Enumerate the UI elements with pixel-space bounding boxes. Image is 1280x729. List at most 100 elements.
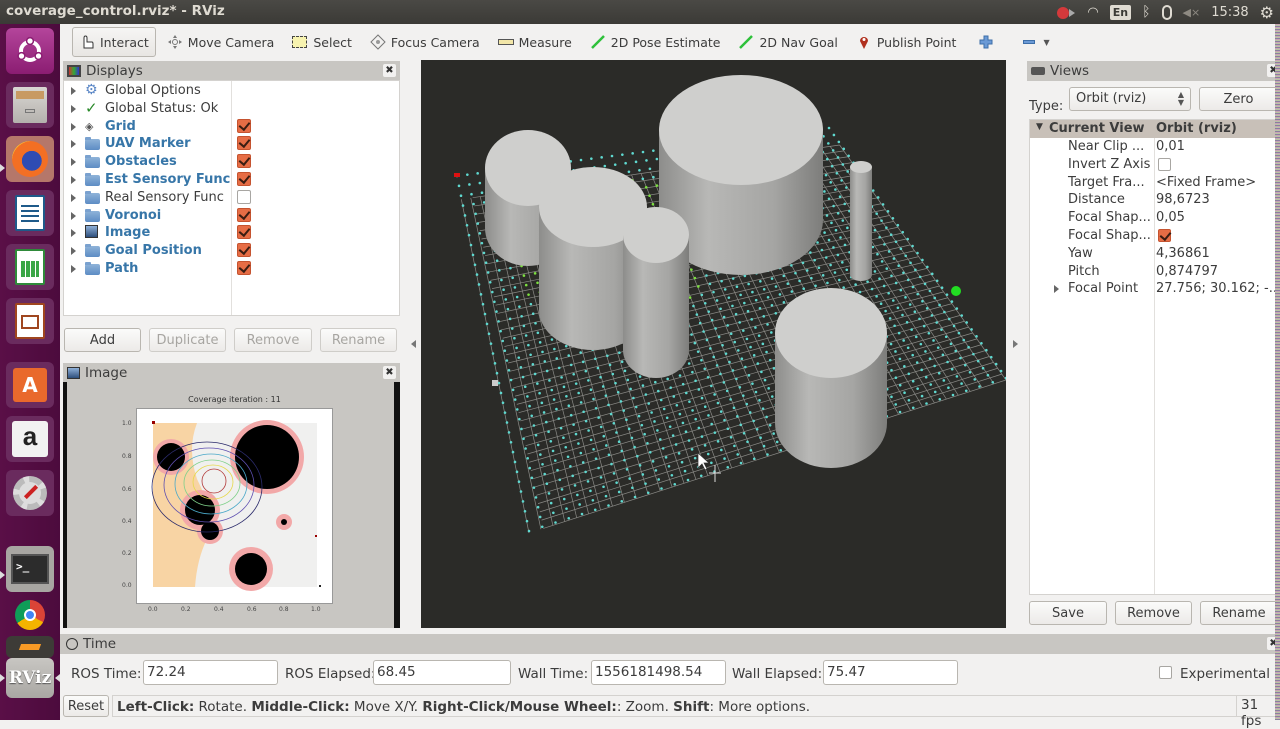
view-property-row[interactable]: Distance 98,6723 [1030, 191, 1276, 209]
view-property-row[interactable]: Yaw 4,36861 [1030, 245, 1276, 263]
enable-checkbox[interactable] [237, 207, 251, 222]
display-item[interactable]: Real Sensory Func [64, 189, 399, 207]
add-display-button[interactable]: Add [64, 328, 141, 352]
experimental-checkbox[interactable] [1159, 666, 1172, 679]
current-view-row[interactable]: ▼ Current View Orbit (rviz) [1030, 120, 1276, 138]
display-item[interactable]: Est Sensory Func [64, 171, 399, 189]
view-property-row[interactable]: Invert Z Axis [1030, 156, 1276, 174]
property-value[interactable]: 27.756; 30.162; -... [1156, 281, 1280, 296]
wifi-icon[interactable]: ◠ [1087, 5, 1098, 20]
keyboard-layout-indicator[interactable]: En [1109, 4, 1132, 20]
enable-checkbox[interactable] [237, 118, 251, 133]
rviz-icon[interactable]: RViz [6, 658, 54, 698]
property-value[interactable]: 0,874797 [1156, 264, 1218, 279]
firefox-icon[interactable] [6, 136, 54, 182]
volume-muted-icon[interactable]: ◀× [1183, 6, 1201, 19]
zero-button[interactable]: Zero [1199, 87, 1278, 111]
enable-checkbox[interactable] [237, 154, 251, 169]
view-type-select[interactable]: Orbit (rviz) ▲ ▼ [1069, 87, 1191, 111]
ros-time-field[interactable]: 72.24 [143, 660, 278, 685]
display-item[interactable]: ◈ Grid [64, 118, 399, 136]
view-property-row[interactable]: Focal Shap... 0,05 [1030, 209, 1276, 227]
amazon-icon[interactable]: a [6, 416, 54, 462]
expand-arrow-icon[interactable] [71, 104, 76, 113]
display-item[interactable]: Voronoi [64, 207, 399, 225]
expand-arrow-icon[interactable] [71, 158, 76, 167]
expand-arrow-icon[interactable]: ▼ [1036, 122, 1043, 132]
enable-checkbox[interactable] [237, 225, 251, 240]
tool-2d-nav-goal[interactable]: 2D Nav Goal [731, 27, 844, 57]
rename-view-button[interactable]: Rename [1200, 601, 1278, 625]
duplicate-display-button[interactable]: Duplicate [149, 328, 226, 352]
tool-measure[interactable]: Measure [491, 27, 579, 57]
display-item[interactable]: Goal Position [64, 242, 399, 260]
mouse-icon[interactable] [1161, 4, 1172, 20]
property-value[interactable]: <Fixed Frame> [1156, 175, 1256, 190]
wall-time-field[interactable]: 1556181498.54 [591, 660, 726, 685]
expand-arrow-icon[interactable] [71, 265, 76, 273]
impress-icon[interactable] [6, 298, 54, 344]
tool-move-camera[interactable]: Move Camera [160, 27, 282, 57]
enable-checkbox[interactable] [237, 189, 251, 204]
view-property-row[interactable]: Focal Point 27.756; 30.162; -... [1030, 280, 1280, 298]
enable-checkbox[interactable] [237, 243, 251, 258]
display-item[interactable]: Image [64, 224, 399, 242]
close-icon[interactable]: ✖ [383, 64, 396, 77]
display-item[interactable]: ⚙ Global Options [64, 82, 399, 100]
tool-2d-pose-estimate[interactable]: 2D Pose Estimate [583, 27, 728, 57]
expand-arrow-icon[interactable] [71, 122, 76, 131]
ros-elapsed-field[interactable]: 68.45 [373, 660, 511, 685]
record-icon[interactable] [1057, 6, 1076, 19]
collapse-left-arrow[interactable] [411, 340, 416, 348]
enable-checkbox[interactable] [237, 172, 251, 186]
expand-arrow-icon[interactable] [71, 211, 76, 220]
property-value[interactable]: 98,6723 [1156, 192, 1210, 207]
settings-wrench-icon[interactable] [6, 470, 54, 516]
close-icon[interactable]: ✖ [383, 366, 396, 379]
property-checkbox[interactable] [1158, 157, 1171, 171]
remove-view-button[interactable]: Remove [1115, 601, 1192, 625]
enable-checkbox[interactable] [237, 136, 251, 151]
expand-arrow-icon[interactable] [71, 140, 76, 149]
property-value[interactable]: 0,01 [1156, 139, 1185, 154]
view-property-row[interactable]: Pitch 0,874797 [1030, 263, 1276, 281]
display-item[interactable]: Path [64, 260, 399, 278]
reset-button[interactable]: Reset [63, 695, 109, 717]
enable-checkbox[interactable] [237, 261, 251, 275]
shopping-bag-icon[interactable]: A [6, 362, 54, 408]
property-checkbox[interactable] [1158, 229, 1171, 242]
property-value[interactable]: 4,36861 [1156, 246, 1210, 261]
file-cabinet-icon[interactable] [6, 82, 54, 128]
collapse-right-arrow[interactable] [1013, 340, 1018, 348]
clock[interactable]: 15:38 [1211, 5, 1248, 20]
terminal-icon[interactable]: >_ [6, 546, 54, 592]
power-icon[interactable]: ⚙ [1260, 3, 1274, 22]
add-tool-button[interactable] [971, 27, 1001, 57]
wall-elapsed-field[interactable]: 75.47 [823, 660, 958, 685]
save-view-button[interactable]: Save [1029, 601, 1107, 625]
ubuntu-logo-icon[interactable] [6, 28, 54, 74]
bluetooth-icon[interactable]: ᛒ [1142, 4, 1150, 20]
expand-arrow-icon[interactable] [71, 87, 76, 95]
calc-icon[interactable] [6, 244, 54, 290]
3d-render-view[interactable] [421, 60, 1006, 628]
display-item[interactable]: UAV Marker [64, 135, 399, 153]
expand-arrow-icon[interactable] [71, 193, 76, 202]
remove-display-button[interactable]: Remove [234, 328, 312, 352]
expand-arrow-icon[interactable] [1054, 285, 1059, 294]
view-property-row[interactable]: Focal Shap... [1030, 227, 1276, 245]
tool-interact[interactable]: Interact [72, 27, 156, 57]
tool-focus-camera[interactable]: Focus Camera [363, 27, 487, 57]
tool-select[interactable]: Select [285, 27, 359, 57]
display-item[interactable]: Obstacles [64, 153, 399, 171]
view-property-row[interactable]: Target Fra... <Fixed Frame> [1030, 174, 1276, 192]
property-value[interactable]: 0,05 [1156, 210, 1185, 225]
chrome-icon[interactable] [6, 600, 54, 630]
remove-tool-button[interactable]: ▼ [1015, 27, 1056, 57]
sublime-icon[interactable] [6, 636, 54, 658]
rename-display-button[interactable]: Rename [320, 328, 397, 352]
writer-icon[interactable] [6, 190, 54, 236]
expand-arrow-icon[interactable] [71, 229, 76, 238]
expand-arrow-icon[interactable] [71, 176, 76, 184]
view-property-row[interactable]: Near Clip ... 0,01 [1030, 138, 1276, 156]
